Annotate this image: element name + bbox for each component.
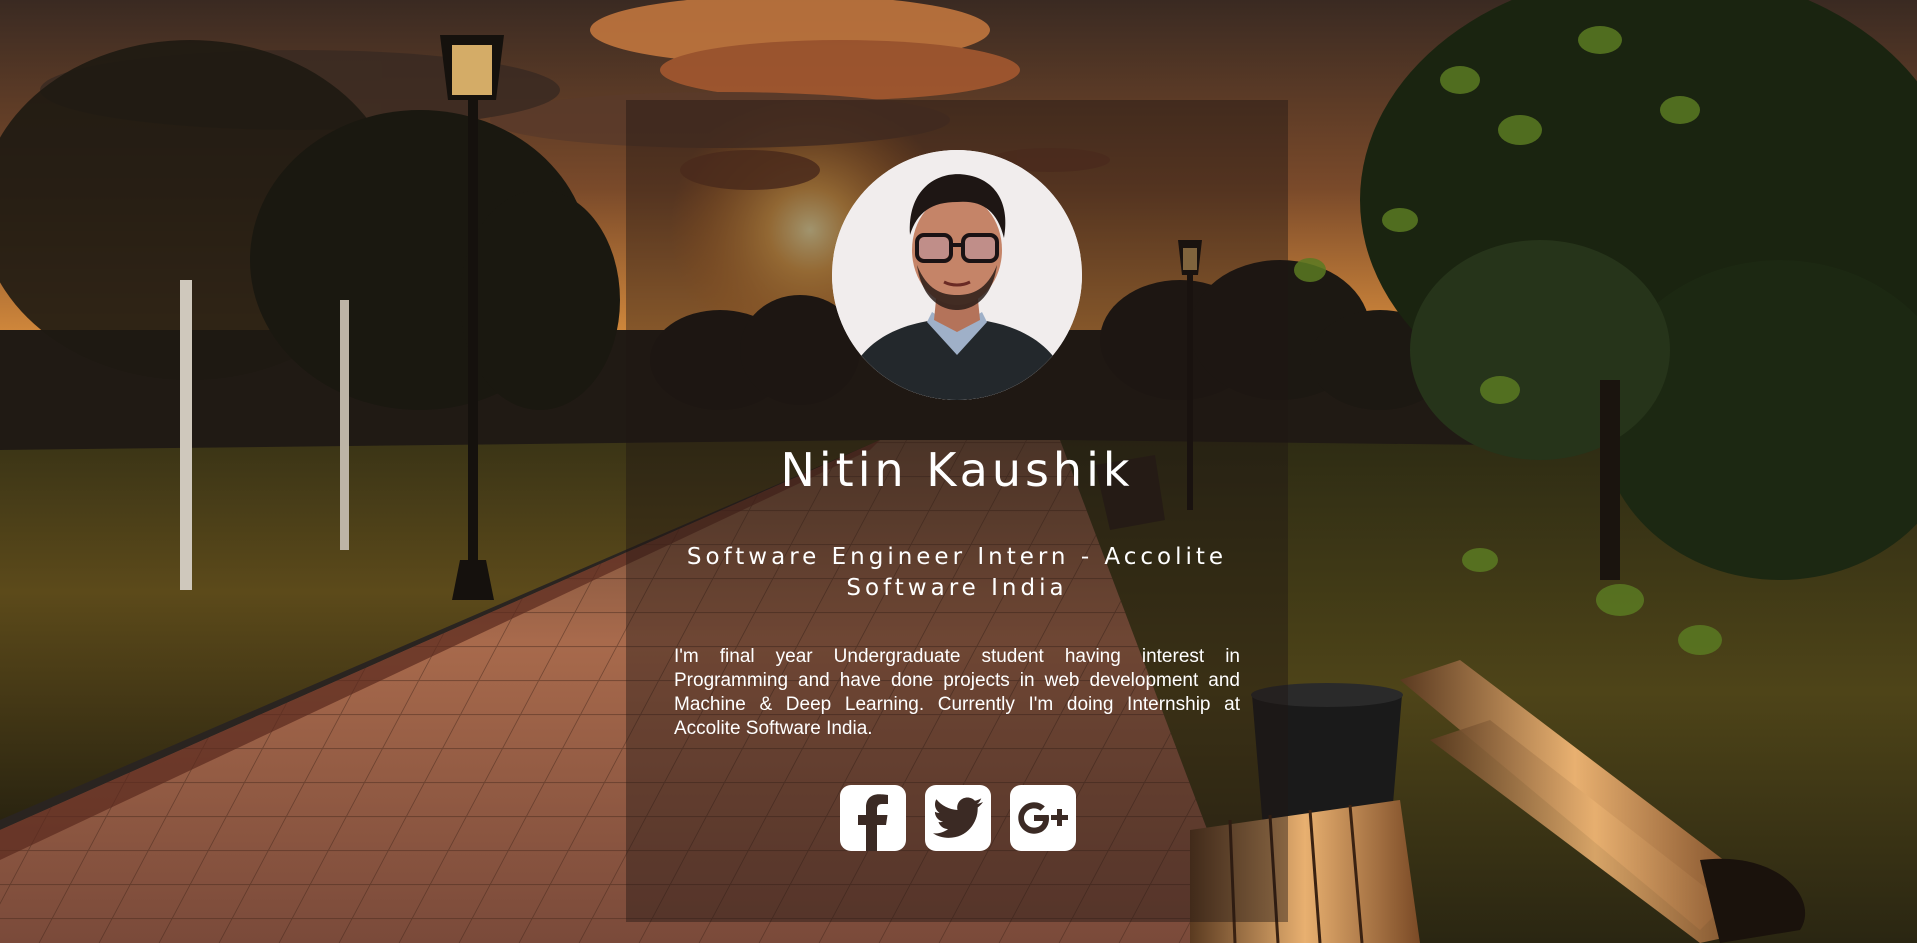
profile-bio: I'm final year Undergraduate student hav… [674,646,1240,739]
google-plus-link[interactable] [1010,785,1076,851]
social-links [840,785,1076,851]
profile-card: Nitin Kaushik Software Engineer Intern -… [626,100,1288,922]
facebook-icon [858,794,888,851]
google-plus-icon [1018,802,1068,834]
profile-name: Nitin Kaushik [780,443,1134,497]
profile-role: Software Engineer Intern - Accolite Soft… [686,544,1228,601]
twitter-link[interactable] [925,785,991,851]
avatar [832,150,1082,400]
facebook-link[interactable] [840,785,906,851]
twitter-icon [932,797,983,838]
profile-photo [832,150,1082,400]
